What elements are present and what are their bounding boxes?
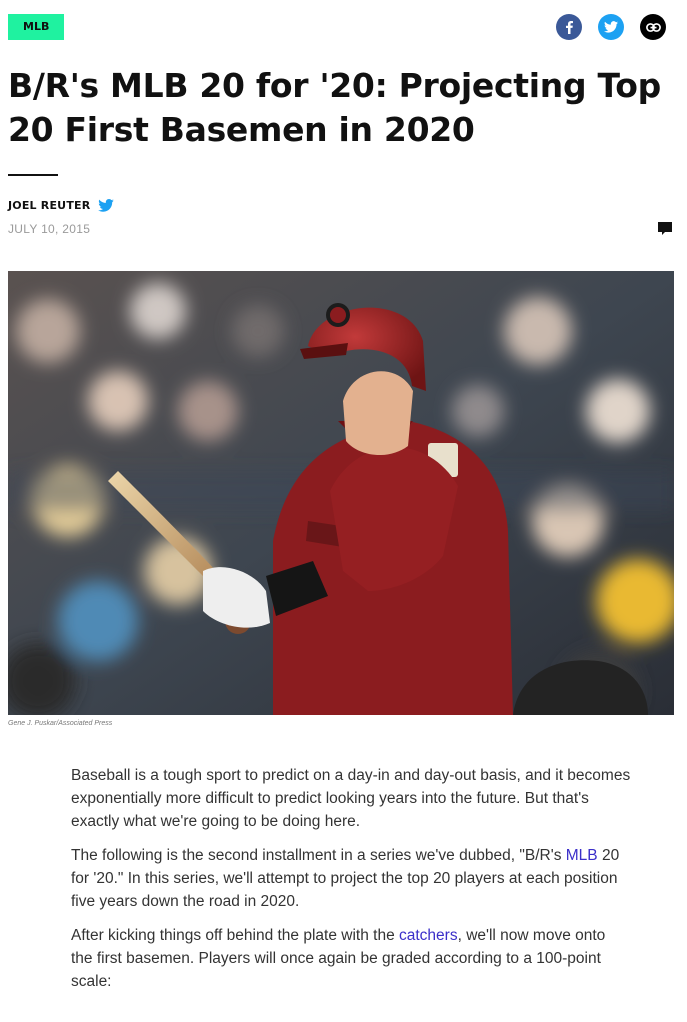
article-title: B/R's MLB 20 for '20: Projecting Top 20 … — [8, 66, 661, 149]
paragraph-text: The following is the second installment … — [71, 847, 566, 864]
paragraph: Baseball is a tough sport to predict on … — [71, 767, 631, 830]
paragraph: After kicking things off behind the plat… — [71, 924, 631, 993]
catchers-link[interactable]: catchers — [399, 927, 458, 944]
author-name[interactable]: JOEL REUTER — [8, 199, 90, 212]
mlb-link[interactable]: MLB — [566, 847, 598, 864]
facebook-share-button[interactable] — [556, 14, 582, 40]
twitter-icon — [604, 21, 618, 33]
category-tag[interactable]: MLB — [8, 14, 65, 40]
paragraph-text: After kicking things off behind the plat… — [71, 927, 399, 944]
twitter-share-button[interactable] — [598, 14, 624, 40]
facebook-icon — [566, 21, 573, 34]
author-byline: JOEL REUTER — [8, 199, 115, 212]
hero-image — [8, 271, 674, 715]
paragraph: The following is the second installment … — [71, 844, 631, 913]
copy-link-button[interactable] — [640, 14, 666, 40]
publish-date: JULY 10, 2015 — [8, 222, 91, 236]
comment-icon[interactable] — [657, 221, 673, 236]
top-bar: MLB — [8, 14, 679, 40]
twitter-icon[interactable] — [98, 199, 115, 212]
title-divider — [8, 174, 58, 176]
baseball-player-photo — [8, 271, 674, 715]
link-icon — [645, 22, 661, 32]
article-body: Baseball is a tough sport to predict on … — [71, 764, 631, 1004]
image-caption: Gene J. Puskar/Associated Press — [8, 720, 113, 727]
